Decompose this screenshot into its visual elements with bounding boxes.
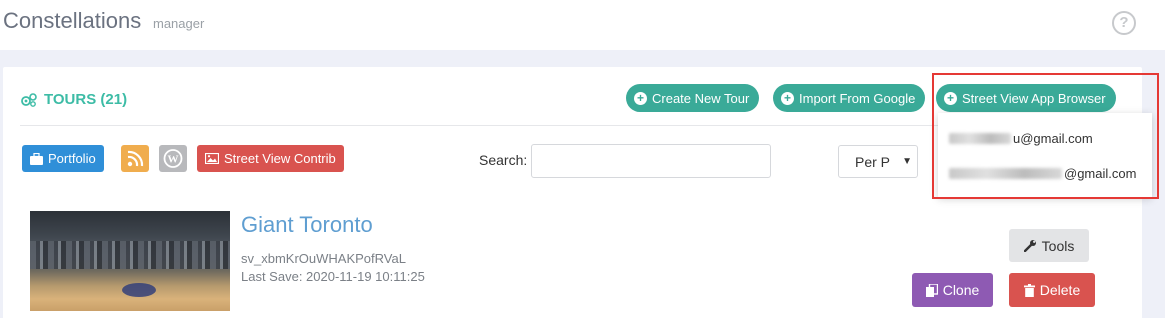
plus-circle-icon: + — [781, 91, 794, 105]
thumbnail-floor-logo — [122, 283, 156, 297]
wrench-icon — [1023, 240, 1036, 252]
search-label: Search: — [479, 152, 528, 168]
tour-name-link[interactable]: Giant Toronto — [241, 212, 373, 238]
portfolio-label: Portfolio — [48, 151, 96, 166]
import-from-google-button[interactable]: + Import From Google — [773, 84, 926, 112]
tours-heading: TOURS (21) — [20, 91, 127, 108]
wordpress-icon: W — [163, 149, 183, 168]
chevron-down-icon: ▼ — [902, 156, 912, 167]
street-view-contrib-label: Street View Contrib — [224, 151, 336, 166]
import-from-google-label: Import From Google — [799, 90, 916, 106]
clone-button[interactable]: Clone — [912, 273, 993, 307]
create-new-tour-button[interactable]: + Create New Tour — [626, 84, 760, 112]
app-title: Constellations — [3, 8, 142, 33]
create-new-tour-label: Create New Tour — [652, 90, 750, 106]
copy-icon — [925, 283, 938, 297]
tour-id: sv_xbmKrOuWHAKPofRVaL — [241, 251, 406, 266]
portfolio-button[interactable]: Portfolio — [22, 145, 104, 172]
wordpress-button[interactable]: W — [159, 145, 187, 172]
highlight-box — [932, 73, 1159, 199]
delete-label: Delete — [1039, 282, 1081, 298]
tools-label: Tools — [1041, 237, 1075, 254]
question-circle-icon[interactable]: ? — [1112, 11, 1136, 35]
per-page-value: Per P — [855, 154, 891, 170]
tools-button[interactable]: Tools — [1009, 229, 1089, 262]
tour-last-save: Last Save: 2020-11-19 10:11:25 — [241, 269, 425, 284]
top-header: Constellations manager ? — [0, 0, 1165, 50]
search-input[interactable] — [531, 144, 771, 178]
delete-button[interactable]: Delete — [1009, 273, 1095, 307]
trash-icon — [1023, 283, 1035, 297]
per-page-select[interactable]: Per P ▼ — [838, 145, 918, 178]
briefcase-icon — [30, 152, 43, 165]
plus-circle-icon: + — [634, 91, 647, 105]
rss-icon — [127, 150, 144, 167]
tours-title: TOURS (21) — [44, 91, 128, 108]
image-icon — [205, 153, 219, 164]
clone-label: Clone — [942, 282, 980, 298]
svg-text:W: W — [168, 154, 179, 166]
street-view-contrib-button[interactable]: Street View Contrib — [197, 145, 344, 172]
app-subtitle: manager — [153, 16, 205, 31]
rss-button[interactable] — [121, 145, 149, 172]
tour-thumbnail[interactable] — [30, 211, 230, 311]
cogs-icon — [21, 92, 37, 107]
thumbnail-shelves — [30, 241, 230, 269]
